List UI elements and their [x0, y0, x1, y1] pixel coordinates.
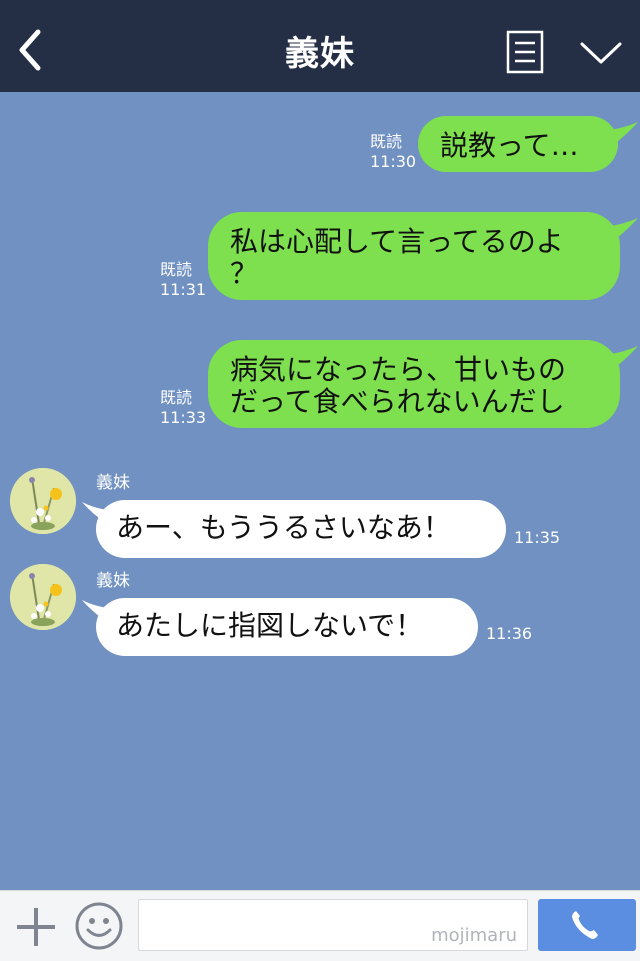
chevron-down-icon [580, 42, 622, 64]
message-text-line: 病気になったら、甘いもの [230, 353, 567, 386]
watermark-text: mojimaru [431, 925, 517, 946]
message-meta: 既読 11:31 [160, 260, 206, 300]
chat-title: 義妹 [285, 34, 355, 74]
read-receipt: 既読 [160, 388, 193, 407]
plus-icon [17, 908, 55, 946]
message-text-line: ？ [230, 257, 259, 290]
message-bubble[interactable]: 説教って… [418, 116, 618, 172]
chat-area[interactable]: 既読 11:30 説教って… 既読 11:31 私は心配して言ってるのよ ？ 既… [0, 92, 640, 890]
call-button[interactable] [538, 899, 636, 951]
notes-icon [506, 30, 544, 74]
chat-header: 義妹 [0, 0, 640, 92]
avatar[interactable] [10, 468, 76, 534]
message-time: 11:35 [514, 528, 561, 547]
read-receipt: 既読 [370, 132, 403, 151]
notes-button[interactable] [506, 30, 544, 74]
message-text: 説教って… [440, 129, 579, 162]
read-receipt: 既読 [160, 260, 193, 279]
message-time: 11:30 [370, 152, 417, 171]
message-input-bar: mojimaru [0, 890, 640, 961]
avatar[interactable] [10, 564, 76, 630]
message-input[interactable]: mojimaru [138, 899, 528, 951]
smiley-icon [75, 902, 123, 950]
message-text-line: 私は心配して言ってるのよ [230, 225, 564, 258]
message-time: 11:31 [160, 280, 207, 299]
message-text: あー、もううるさいなあ！ [116, 511, 451, 544]
message-time: 11:36 [486, 624, 533, 643]
message-bubble[interactable]: あたしに指図しないで！ [96, 598, 478, 656]
message-text-line: だって食べられないんだし [230, 385, 565, 418]
sender-name: 義妹 [96, 571, 130, 591]
message-text: あたしに指図しないで！ [116, 609, 424, 642]
flower-avatar-icon [10, 468, 76, 534]
message-meta: 既読 11:33 [160, 388, 206, 428]
flower-avatar-icon [10, 564, 76, 630]
message-meta: 既読 11:30 [370, 132, 416, 172]
sender-name: 義妹 [96, 473, 130, 493]
message-bubble[interactable]: 私は心配して言ってるのよ ？ [208, 212, 620, 300]
add-button[interactable] [14, 905, 58, 949]
emoji-button[interactable] [74, 901, 124, 951]
menu-button[interactable] [576, 36, 626, 72]
message-time: 11:33 [160, 408, 207, 427]
message-bubble[interactable]: あー、もううるさいなあ！ [96, 500, 506, 558]
message-bubble[interactable]: 病気になったら、甘いもの だって食べられないんだし [208, 340, 620, 428]
phone-icon [572, 911, 598, 939]
